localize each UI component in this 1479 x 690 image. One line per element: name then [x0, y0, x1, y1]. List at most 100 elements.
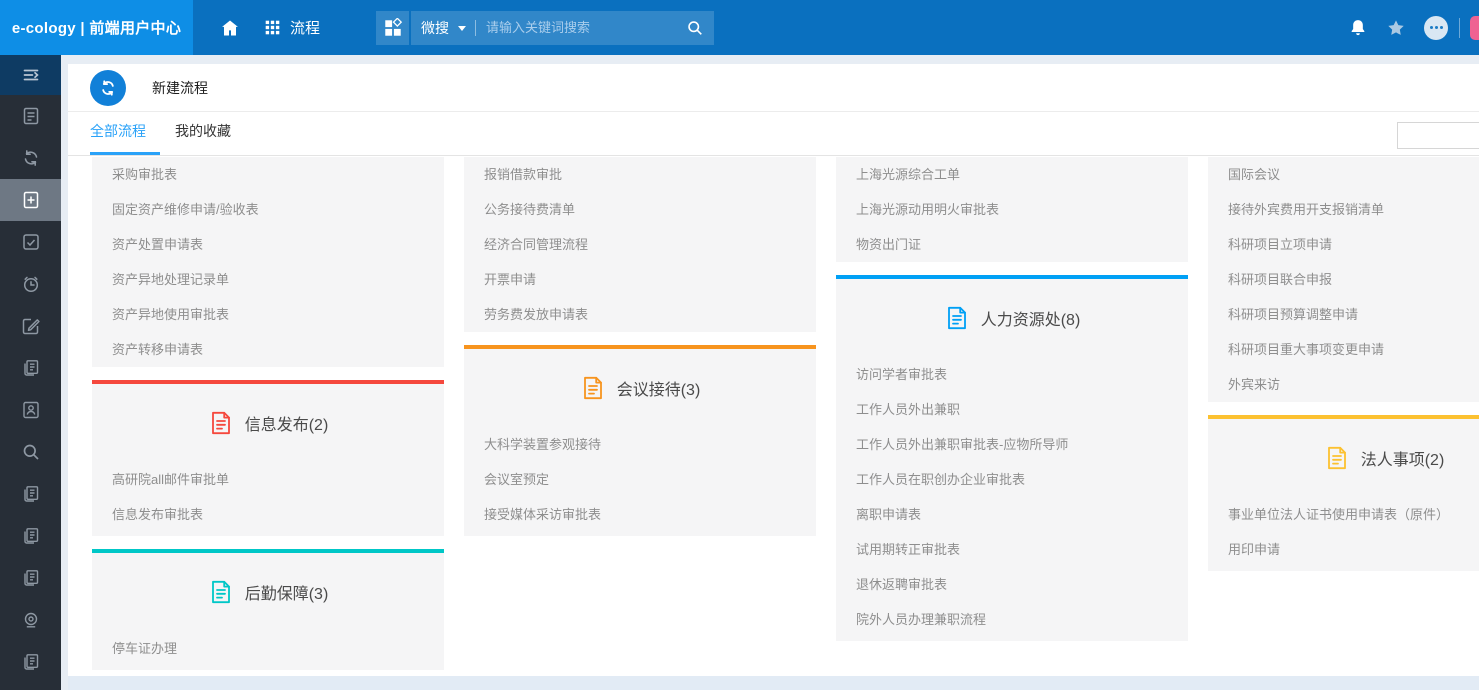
sidebar-item-menu-toggle[interactable] — [0, 55, 61, 95]
process-link[interactable]: 大科学装置参观接待 — [464, 427, 816, 462]
sidebar-item-docs-1[interactable] — [0, 347, 61, 389]
category-header: 会议接待(3) — [464, 349, 816, 427]
contact-card-icon — [21, 400, 41, 420]
clock-icon — [21, 274, 41, 294]
sidebar-item-draft[interactable] — [0, 305, 61, 347]
page-title: 新建流程 — [152, 78, 208, 98]
sidebar-item-contacts[interactable] — [0, 389, 61, 431]
process-filter-input[interactable] — [1397, 122, 1479, 149]
process-link[interactable]: 公务接待费清单 — [464, 192, 816, 227]
process-link[interactable]: 物资出门证 — [836, 227, 1188, 262]
category-header: 信息发布(2) — [92, 384, 444, 462]
sidebar-item-docs-2[interactable] — [0, 473, 61, 515]
process-link[interactable]: 试用期转正审批表 — [836, 532, 1188, 567]
category-title: 后勤保障(3) — [245, 580, 329, 604]
process-link[interactable]: 用印申请 — [1208, 532, 1479, 567]
tab-my-favorites[interactable]: 我的收藏 — [175, 121, 231, 155]
app-blocks-icon[interactable] — [376, 11, 409, 45]
process-link[interactable]: 经济合同管理流程 — [464, 227, 816, 262]
star-icon[interactable] — [1386, 18, 1406, 38]
process-link[interactable]: 科研项目联合申报 — [1208, 262, 1479, 297]
sidebar-item-search[interactable] — [0, 431, 61, 473]
process-link[interactable]: 接待外宾费用开支报销清单 — [1208, 192, 1479, 227]
process-link[interactable]: 资产处置申请表 — [92, 227, 444, 262]
process-link[interactable]: 劳务费发放申请表 — [464, 297, 816, 332]
process-link[interactable]: 报销借款审批 — [464, 157, 816, 192]
file-text-icon — [208, 579, 234, 605]
process-link[interactable]: 接受媒体采访审批表 — [464, 497, 816, 532]
process-link[interactable]: 访问学者审批表 — [836, 357, 1188, 392]
process-list-card: 上海光源综合工单上海光源动用明火审批表物资出门证 — [836, 157, 1188, 262]
apps-grid-icon — [264, 19, 281, 36]
file-text-icon — [580, 375, 606, 401]
check-square-icon — [21, 232, 41, 252]
process-link[interactable]: 上海光源动用明火审批表 — [836, 192, 1188, 227]
sidebar-item-monitor[interactable] — [0, 599, 61, 641]
process-link[interactable]: 资产异地使用审批表 — [92, 297, 444, 332]
bell-icon[interactable] — [1348, 18, 1368, 38]
copy-docs-icon — [21, 568, 41, 588]
process-link[interactable]: 资产异地处理记录单 — [92, 262, 444, 297]
avatar[interactable] — [1470, 16, 1479, 40]
nav-process-label: 流程 — [290, 17, 320, 38]
process-link[interactable]: 科研项目重大事项变更申请 — [1208, 332, 1479, 367]
process-link[interactable]: 采购审批表 — [92, 157, 444, 192]
sidebar-item-pending[interactable] — [0, 263, 61, 305]
topbar-right — [1348, 16, 1479, 40]
process-link[interactable]: 信息发布审批表 — [92, 497, 444, 532]
process-columns: 采购审批表固定资产维修申请/验收表资产处置申请表资产异地处理记录单资产异地使用审… — [68, 156, 1479, 676]
app-logo[interactable]: e-cology | 前端用户中心 — [0, 0, 193, 55]
tab-bar: 全部流程 我的收藏 — [68, 112, 1479, 156]
process-link[interactable]: 工作人员外出兼职 — [836, 392, 1188, 427]
process-link[interactable]: 停车证办理 — [92, 631, 444, 666]
file-text-icon — [1324, 445, 1350, 471]
copy-docs-icon — [21, 358, 41, 378]
process-link[interactable]: 资产转移申请表 — [92, 332, 444, 367]
process-link[interactable]: 工作人员在职创办企业审批表 — [836, 462, 1188, 497]
process-link[interactable]: 离职申请表 — [836, 497, 1188, 532]
sidebar-item-tasks[interactable] — [0, 221, 61, 263]
process-link[interactable]: 固定资产维修申请/验收表 — [92, 192, 444, 227]
search-icon — [21, 442, 41, 462]
search-scope-label[interactable]: 微搜 — [421, 18, 449, 38]
process-link[interactable]: 工作人员外出兼职审批表-应物所导师 — [836, 427, 1188, 462]
global-search-input[interactable] — [486, 20, 686, 35]
process-link[interactable]: 退休返聘审批表 — [836, 567, 1188, 602]
caret-down-icon[interactable] — [458, 26, 466, 31]
topbar-divider — [1459, 18, 1460, 38]
process-column-2: 报销借款审批公务接待费清单经济合同管理流程开票申请劳务费发放申请表会议接待(3)… — [464, 157, 816, 676]
sidebar-item-workflow-sync[interactable] — [0, 137, 61, 179]
process-link[interactable]: 高研院all邮件审批单 — [92, 462, 444, 497]
process-link[interactable]: 事业单位法人证书使用申请表（原件） — [1208, 497, 1479, 532]
process-link[interactable]: 科研项目立项申请 — [1208, 227, 1479, 262]
nav-process[interactable]: 流程 — [264, 17, 320, 38]
process-link[interactable]: 国际会议 — [1208, 157, 1479, 192]
process-link[interactable]: 上海光源综合工单 — [836, 157, 1188, 192]
sidebar-item-docs-4[interactable] — [0, 557, 61, 599]
process-link[interactable]: 开票申请 — [464, 262, 816, 297]
sync-icon — [21, 148, 41, 168]
process-link[interactable]: 会议室预定 — [464, 462, 816, 497]
page-header: 新建流程 — [68, 64, 1479, 112]
tab-all-processes[interactable]: 全部流程 — [90, 121, 146, 155]
home-icon[interactable] — [220, 18, 240, 38]
topbar: e-cology | 前端用户中心 流程 微搜 — [0, 0, 1479, 55]
search-icon[interactable] — [686, 19, 704, 37]
process-link[interactable]: 外宾来访 — [1208, 367, 1479, 402]
search-box: 微搜 — [411, 11, 714, 45]
sidebar-item-new-process[interactable] — [0, 179, 61, 221]
main-area: 新建流程 全部流程 我的收藏 采购审批表固定资产维修申请/验收表资产处置申请表资… — [61, 55, 1479, 690]
search-divider — [475, 20, 476, 36]
copy-docs-icon — [21, 526, 41, 546]
category-header: 人力资源处(8) — [836, 279, 1188, 357]
edit-icon — [21, 316, 41, 336]
sidebar-item-docs-3[interactable] — [0, 515, 61, 557]
sidebar-item-forms[interactable] — [0, 95, 61, 137]
process-link[interactable]: 院外人员办理兼职流程 — [836, 602, 1188, 637]
process-column-3: 上海光源综合工单上海光源动用明火审批表物资出门证人力资源处(8)访问学者审批表工… — [836, 157, 1188, 676]
process-link[interactable]: 科研项目预算调整申请 — [1208, 297, 1479, 332]
more-ellipsis-icon[interactable] — [1424, 16, 1448, 40]
sidebar-item-docs-5[interactable] — [0, 641, 61, 683]
layout: 新建流程 全部流程 我的收藏 采购审批表固定资产维修申请/验收表资产处置申请表资… — [0, 55, 1479, 690]
module-icon — [90, 70, 126, 106]
